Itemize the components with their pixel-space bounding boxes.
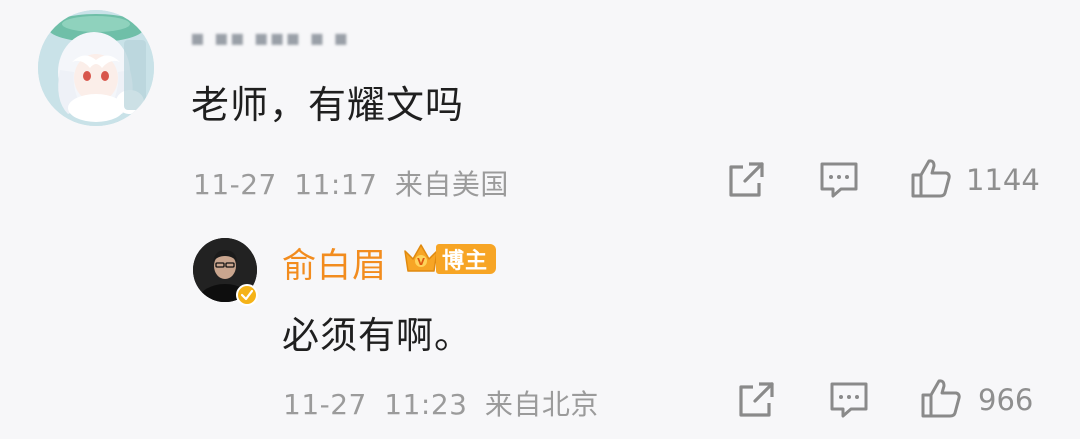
comment-date: 11-27 [193, 168, 277, 201]
reply-date: 11-27 [283, 388, 367, 421]
reply-text: 必须有啊。 [282, 314, 472, 357]
reply-like-count: 966 [978, 383, 1034, 417]
comment-location: 来自美国 [394, 168, 509, 201]
share-icon [729, 162, 764, 197]
comment-icon [830, 382, 868, 418]
like-button[interactable] [910, 157, 952, 203]
reply-meta: 11-27 11:23 来自北京 [283, 383, 599, 423]
reply-share-button[interactable] [737, 381, 775, 423]
blogger-badge-label: 博主 [436, 244, 497, 274]
comment-text: 老师，有耀文吗 [191, 83, 465, 127]
verified-icon [236, 284, 258, 306]
svg-text:V: V [417, 257, 425, 268]
comment-thread: ▪ ▪▪ ▪▪▪ ▪ ▪ 老师，有耀文吗 11-27 11:17 来自美国 11… [0, 0, 1080, 439]
anime-avatar-icon [38, 10, 154, 126]
reply-time: 11:23 [384, 388, 468, 421]
reply-location: 来自北京 [484, 388, 599, 421]
blogger-badge: V 博主 [402, 241, 497, 277]
share-button[interactable] [727, 161, 765, 203]
reply-like-button[interactable] [920, 377, 962, 423]
verified-check-icon [240, 289, 254, 301]
comment-time: 11:17 [294, 168, 378, 201]
comment-username[interactable]: ▪ ▪▪ ▪▪▪ ▪ ▪ [190, 26, 349, 52]
reply-username[interactable]: 俞白眉 [282, 238, 387, 287]
comment-meta: 11-27 11:17 来自美国 [193, 163, 509, 203]
crown-icon: V [404, 244, 438, 272]
like-icon [921, 379, 961, 418]
comment-like-count: 1144 [966, 163, 1040, 197]
comment-icon [820, 162, 858, 198]
comment-avatar[interactable] [38, 10, 154, 126]
like-icon [911, 159, 951, 198]
reply-reply-button[interactable] [829, 381, 869, 423]
share-icon [739, 382, 774, 417]
reply-button[interactable] [819, 161, 859, 203]
